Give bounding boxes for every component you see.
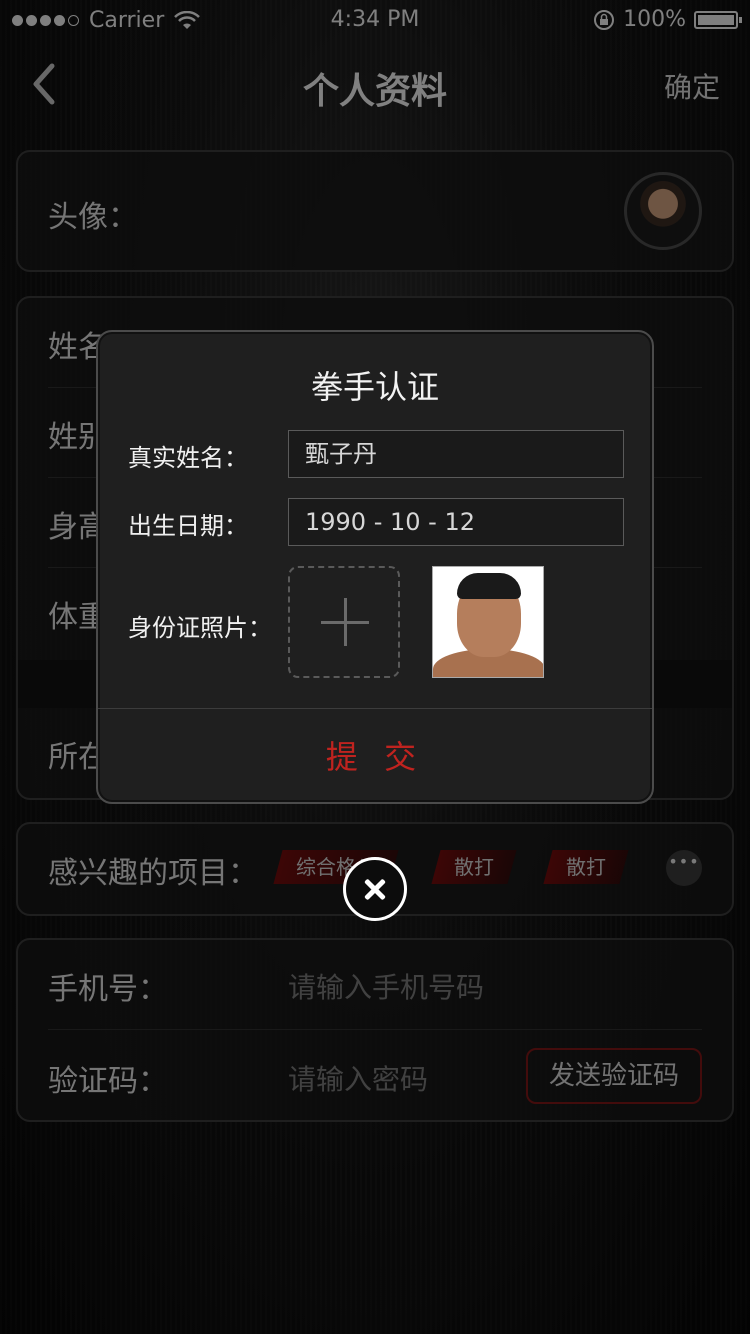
submit-button[interactable]: 提 交: [98, 732, 652, 778]
add-photo-button[interactable]: [288, 566, 400, 678]
id-photo-label: 身份证照片：: [128, 614, 272, 642]
photo-hair: [457, 573, 521, 599]
modal-title: 拳手认证: [310, 368, 439, 406]
boxer-verification-modal: 拳手认证 真实姓名： 甄子丹 出生日期： 1990 - 10 - 12 身份证照…: [96, 330, 654, 804]
modal-divider: [98, 708, 652, 709]
id-photo-thumbnail[interactable]: [432, 566, 544, 678]
birth-date-label: 出生日期：: [128, 512, 248, 540]
close-icon[interactable]: [343, 857, 407, 921]
birth-date-input[interactable]: 1990 - 10 - 12: [288, 498, 624, 546]
real-name-input[interactable]: 甄子丹: [288, 430, 624, 478]
real-name-label: 真实姓名：: [128, 444, 248, 472]
